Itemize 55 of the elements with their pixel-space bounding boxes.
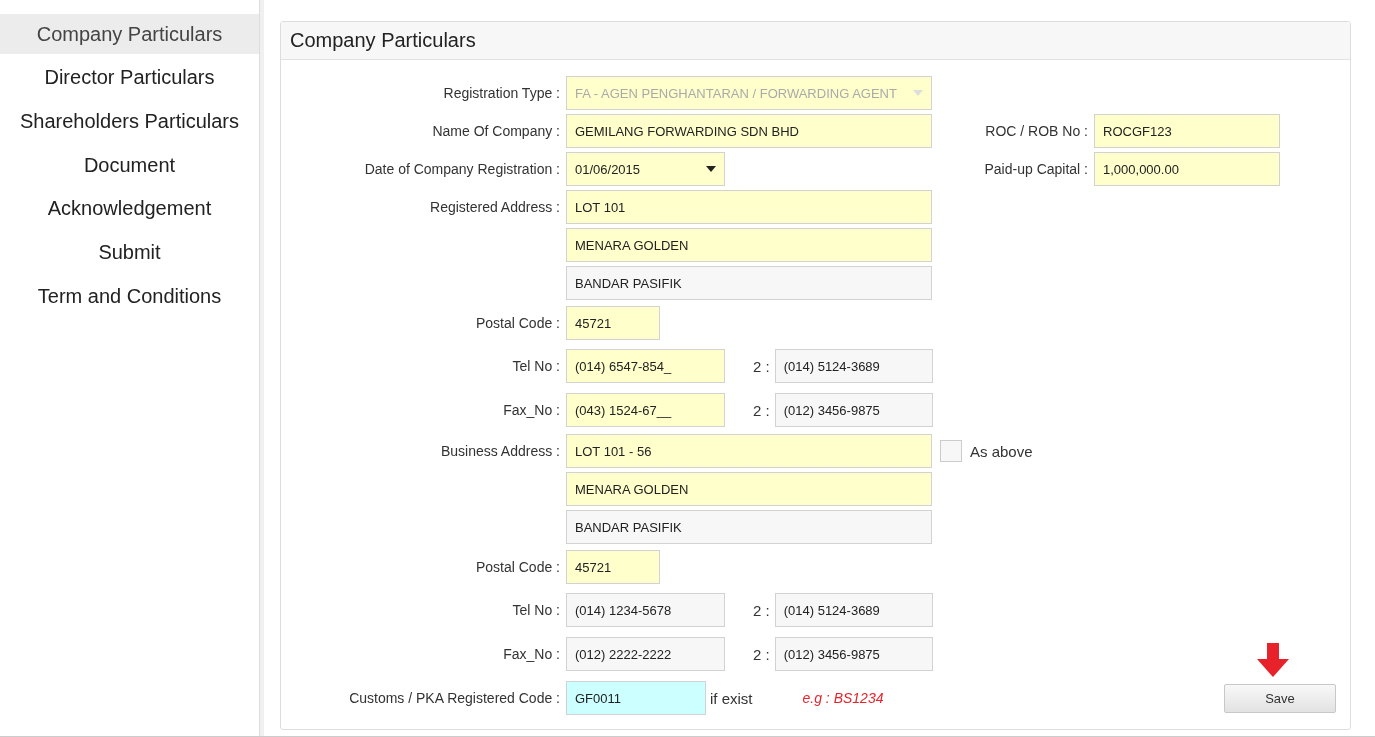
- sidebar-item[interactable]: Company Particulars: [0, 14, 259, 54]
- input-field[interactable]: (043) 1524-67__: [566, 393, 725, 427]
- field-label: Business Address :: [440, 443, 560, 459]
- field-label: 2 :: [753, 645, 770, 663]
- input-field[interactable]: (014) 5124-3689: [774, 349, 933, 383]
- input-field[interactable]: (014) 1234-5678: [566, 593, 725, 627]
- field-label: 2 :: [753, 601, 770, 619]
- input-field[interactable]: (012) 3456-9875: [774, 637, 933, 671]
- input-field[interactable]: (014) 6547-854_: [566, 349, 725, 383]
- input-field[interactable]: MENARA GOLDEN: [566, 228, 932, 262]
- field-label: Tel No :: [512, 358, 560, 374]
- sidebar-item[interactable]: Director Particulars: [0, 57, 259, 98]
- arrow-down-icon: [1257, 642, 1289, 677]
- field-label: Tel No :: [512, 602, 560, 618]
- input-field[interactable]: 1,000,000.00: [1094, 152, 1280, 186]
- field-label: Customs / PKA Registered Code :: [349, 690, 560, 706]
- sidebar-item[interactable]: Submit: [0, 232, 259, 273]
- field-label: ROC / ROB No :: [985, 123, 1088, 139]
- input-field[interactable]: MENARA GOLDEN: [566, 472, 932, 506]
- input-field[interactable]: 45721: [566, 306, 660, 340]
- field-label: Registered Address :: [430, 199, 560, 215]
- date-field[interactable]: 01/06/2015: [566, 152, 725, 186]
- caret-icon[interactable]: [706, 166, 716, 172]
- input-field[interactable]: (012) 2222-2222: [566, 637, 725, 671]
- field-label: Name Of Company :: [432, 123, 560, 139]
- caret-icon: [913, 90, 923, 96]
- input-field[interactable]: GF0011: [566, 681, 706, 715]
- input-field[interactable]: ROCGF123: [1094, 114, 1280, 148]
- input-field[interactable]: BANDAR PASIFIK: [566, 510, 932, 544]
- input-field[interactable]: LOT 101: [566, 190, 932, 224]
- checkbox-label: As above: [970, 442, 1033, 460]
- input-field[interactable]: LOT 101 - 56: [566, 434, 932, 468]
- input-field[interactable]: 45721: [566, 550, 660, 584]
- sidebar-item[interactable]: Shareholders Particulars: [0, 101, 259, 142]
- field-label: Fax_No :: [503, 402, 560, 418]
- input-field[interactable]: (012) 3456-9875: [774, 393, 933, 427]
- field-label: 2 :: [753, 357, 770, 375]
- input-field[interactable]: GEMILANG FORWARDING SDN BHD: [566, 114, 932, 148]
- field-label: Postal Code :: [475, 559, 560, 575]
- panel-title: Company Particulars: [290, 29, 476, 52]
- sidebar-item[interactable]: Document: [0, 145, 259, 186]
- field-label: Paid-up Capital :: [984, 161, 1088, 177]
- field-label: 2 :: [753, 401, 770, 419]
- field-label: Fax_No :: [503, 646, 560, 662]
- field-label: Postal Code :: [475, 315, 560, 331]
- example-text: e.g : BS1234: [802, 690, 884, 706]
- sidebar-item[interactable]: Term and Conditions: [0, 276, 259, 317]
- field-label: Date of Company Registration :: [364, 161, 560, 177]
- input-field[interactable]: (014) 5124-3689: [774, 593, 933, 627]
- field-label: Registration Type :: [443, 85, 560, 101]
- hint-text: if exist: [710, 689, 753, 707]
- sidebar-item[interactable]: Acknowledgement: [0, 188, 259, 229]
- checkbox[interactable]: [940, 440, 962, 462]
- save-button[interactable]: Save: [1224, 683, 1336, 713]
- input-field[interactable]: BANDAR PASIFIK: [566, 266, 932, 300]
